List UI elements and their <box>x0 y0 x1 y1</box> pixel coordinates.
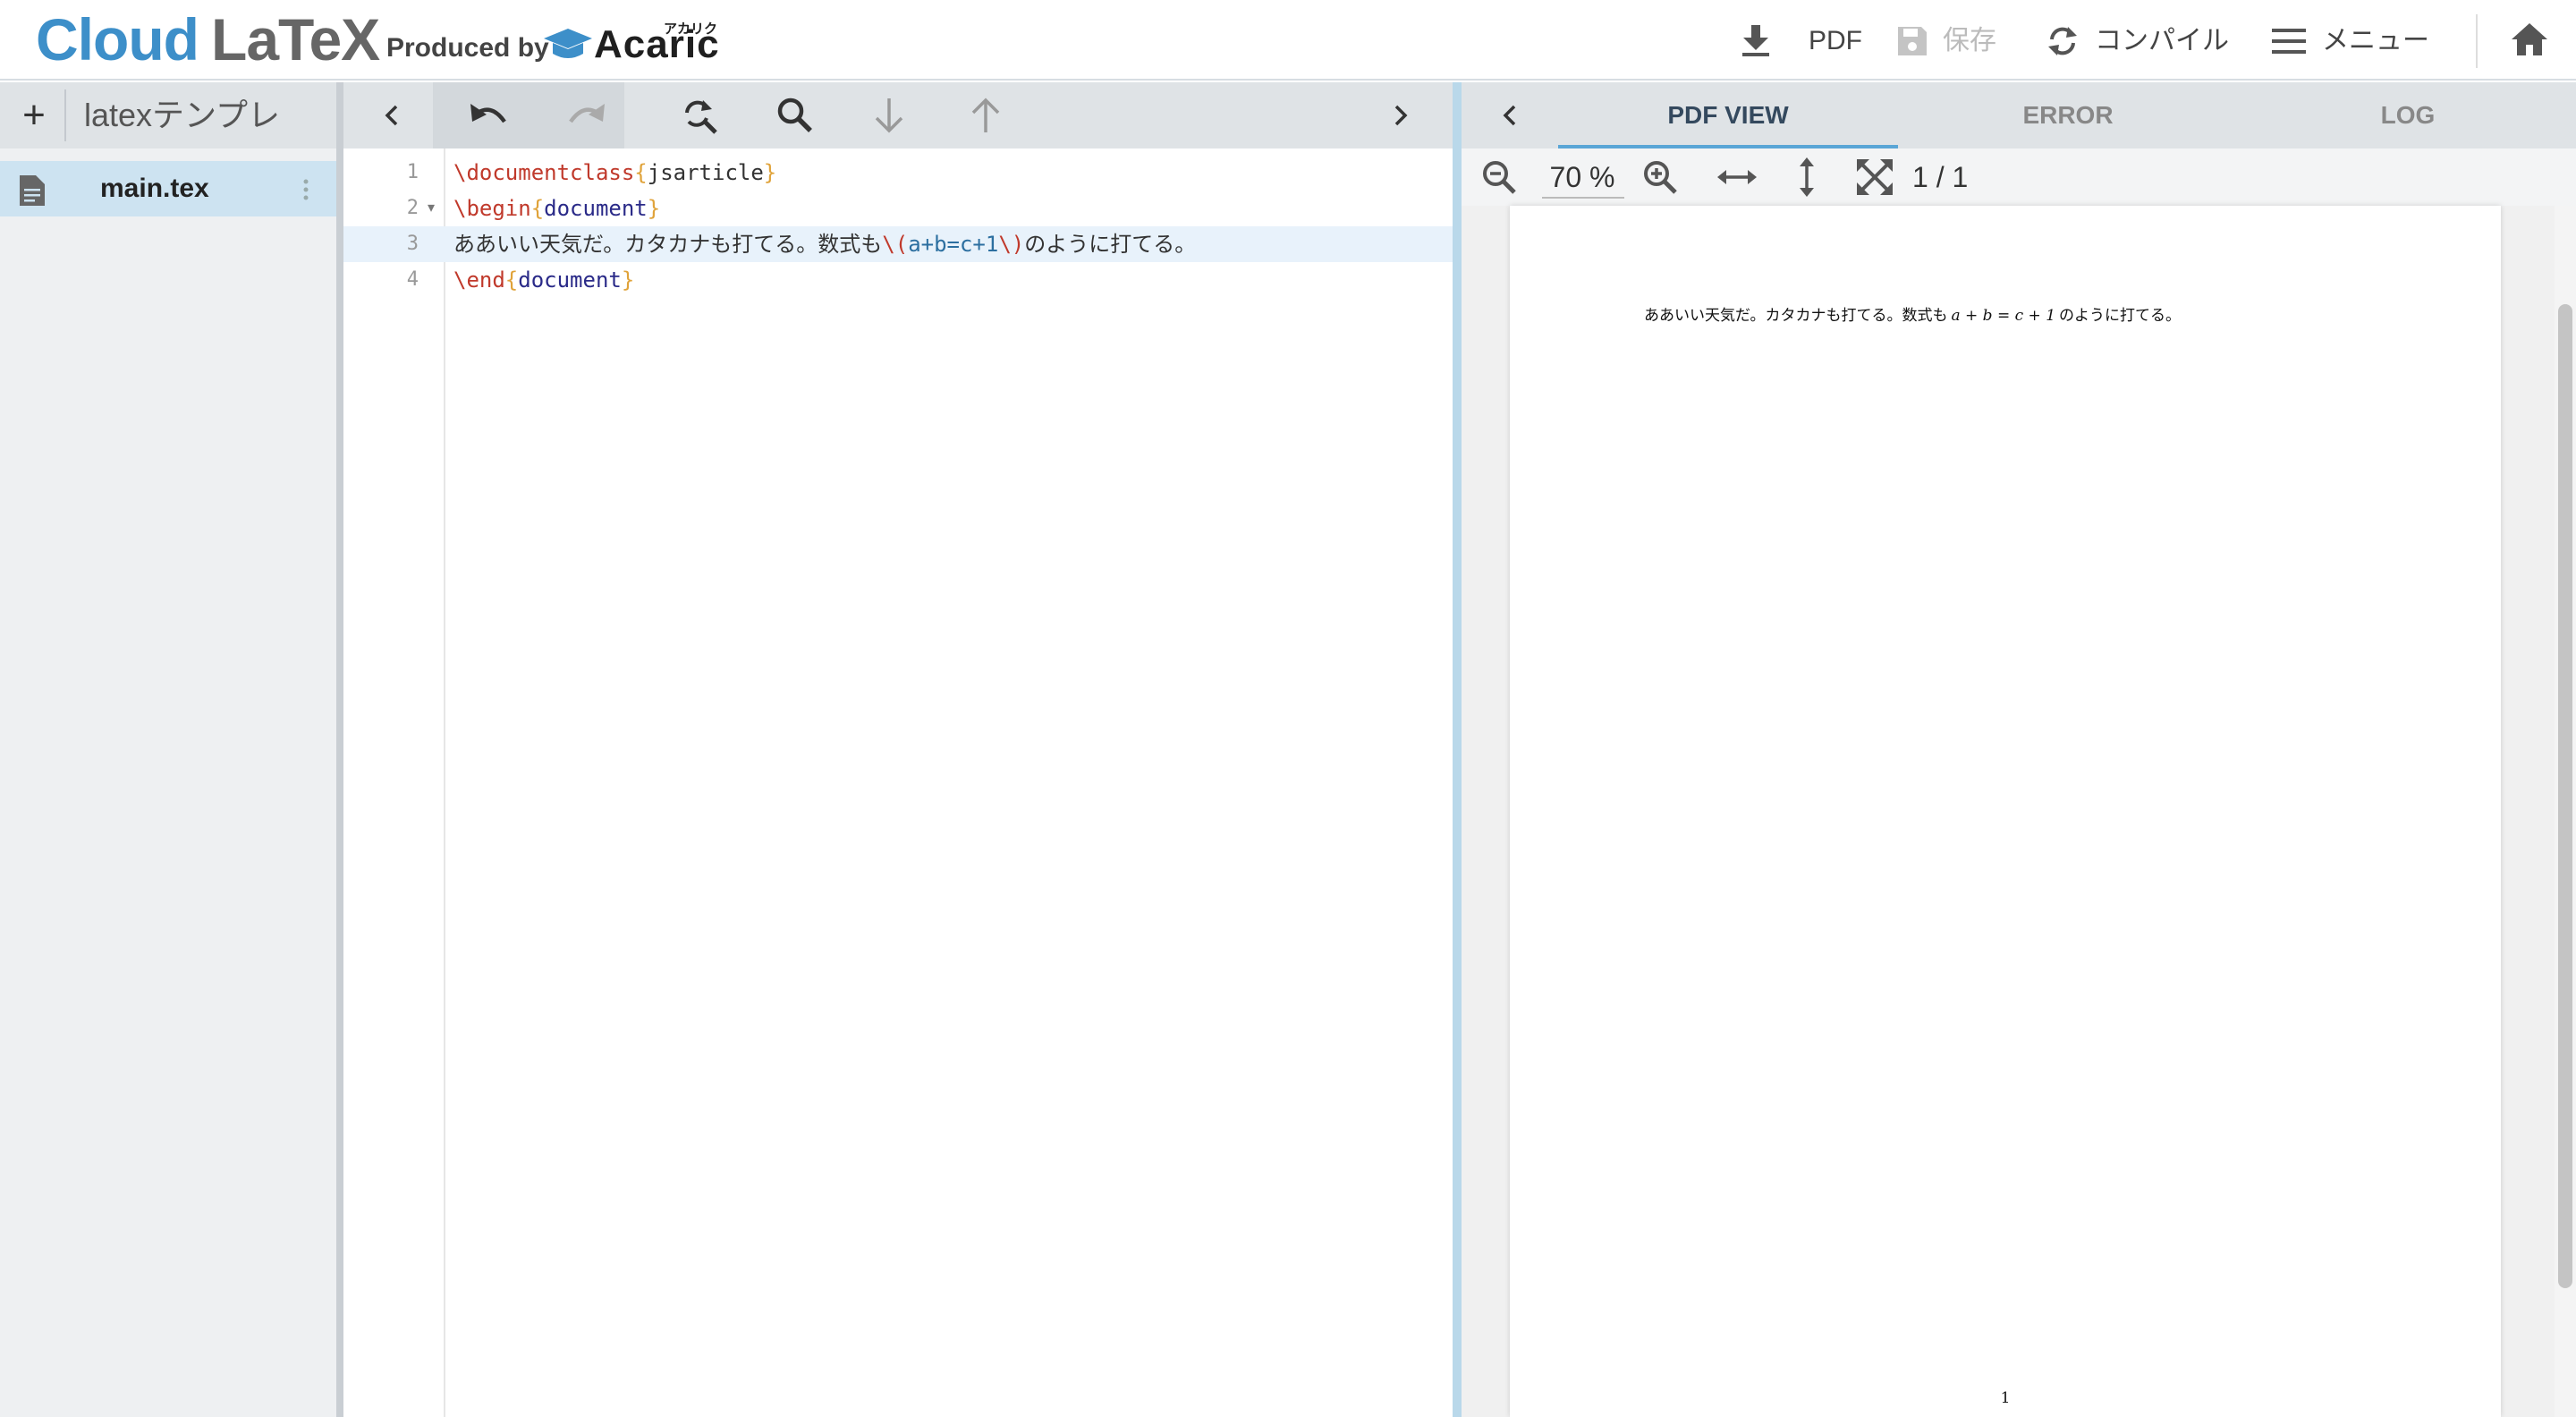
save-button[interactable]: 保存 <box>1893 14 2000 68</box>
editor-toolbar <box>343 82 1453 148</box>
zoom-level[interactable]: 70 % <box>1533 154 1631 200</box>
search-group <box>635 82 1453 148</box>
code-token: } <box>647 196 661 221</box>
code-token: { <box>530 196 545 221</box>
line-number: 4 <box>406 268 419 291</box>
arrow-up-icon[interactable] <box>970 97 1002 134</box>
graduation-cap-icon <box>544 29 592 58</box>
chevron-left-icon[interactable] <box>1503 104 1517 127</box>
tab-pdf-view[interactable]: PDF VIEW <box>1558 82 1898 148</box>
code-token: document <box>518 267 622 293</box>
save-icon <box>1898 27 1927 55</box>
code-token: { <box>634 160 648 185</box>
code-token: \) <box>998 232 1025 257</box>
file-panel-header: + latexテンプレ <box>0 82 336 148</box>
brand-cloud: Cloud <box>36 6 199 72</box>
home-icon[interactable] <box>2512 21 2547 57</box>
compile-label: コンパイル <box>2095 26 2229 55</box>
pdf-label: PDF <box>1809 26 1862 55</box>
file-panel <box>0 82 336 1417</box>
search-icon[interactable] <box>776 97 814 134</box>
file-name: main.tex <box>100 174 209 203</box>
save-label: 保存 <box>1943 26 1996 55</box>
code-token: jsarticle <box>647 160 764 185</box>
code-token: のように打てる。 <box>1024 232 1197 257</box>
header-divider <box>2476 14 2478 68</box>
menu-button[interactable]: メニュー <box>2270 14 2431 68</box>
undo-icon[interactable] <box>469 98 510 132</box>
compile-button[interactable]: コンパイル <box>2043 14 2229 68</box>
fullscreen-icon[interactable] <box>1857 159 1893 195</box>
replace-icon[interactable] <box>680 97 717 134</box>
editor-gutter <box>343 148 445 1417</box>
code-token: { <box>504 267 519 293</box>
code-token: } <box>763 160 777 185</box>
sync-icon <box>2048 27 2077 55</box>
file-icon <box>20 175 45 206</box>
pdf-text-part: のように打てる。 <box>2059 307 2182 325</box>
tab-log[interactable]: LOG <box>2238 82 2576 148</box>
code-token: ああいい天気だ。カタカナも打てる。数式も <box>453 232 883 257</box>
file-header-divider <box>64 89 66 141</box>
menu-label: メニュー <box>2322 26 2429 55</box>
pdf-text-part: ああいい天気だ。カタカナも打てる。数式も <box>1644 307 1948 325</box>
fit-height-icon[interactable] <box>1796 157 1818 197</box>
acaric-kana: アカリク <box>664 21 718 37</box>
code-token: \( <box>882 232 909 257</box>
code-line[interactable]: ああいい天気だ。カタカナも打てる。数式も\(a+b=c+1\)のように打てる。 <box>453 226 1196 262</box>
code-token: document <box>544 196 648 221</box>
code-line[interactable]: \documentclass{jsarticle} <box>453 155 776 191</box>
download-icon <box>1742 25 1769 56</box>
pdf-page-number: 1 <box>2000 1389 2011 1407</box>
redo-icon[interactable] <box>565 98 606 132</box>
download-pdf-button[interactable]: PDF <box>1737 14 1862 68</box>
line-numbers: 1 2 3 4 <box>343 155 419 298</box>
arrow-down-icon[interactable] <box>873 97 905 134</box>
produced-by-text: Produced by <box>386 33 549 63</box>
zoom-field-underline <box>1542 197 1624 199</box>
code-token: } <box>621 267 635 293</box>
zoom-out-icon[interactable] <box>1481 159 1517 195</box>
code-line[interactable]: \begin{document} <box>453 191 660 226</box>
page-indicator: 1 / 1 <box>1912 161 1969 193</box>
code-token: a+b=c+1 <box>908 232 999 257</box>
pdf-page-text: ああいい天気だ。カタカナも打てる。数式も a + b = c + 1 のように打てる… <box>1644 302 2449 329</box>
hamburger-icon <box>2272 29 2306 54</box>
line-number: 1 <box>406 161 419 183</box>
file-item-main-tex[interactable]: main.tex <box>0 161 336 216</box>
line-number: 2 <box>406 197 419 219</box>
line-number: 3 <box>406 233 419 255</box>
app-header: Cloud LaTeX Produced by Acaric アカリク PDF … <box>0 0 2576 81</box>
zoom-in-icon[interactable] <box>1642 159 1678 195</box>
chevron-left-icon[interactable] <box>385 104 399 127</box>
code-line[interactable]: \end{document} <box>453 262 634 298</box>
brand-latex: LaTeX <box>211 6 380 72</box>
code-token: \documentclass <box>453 160 635 185</box>
file-panel-divider[interactable] <box>336 82 343 1417</box>
fold-toggle[interactable]: ▾ <box>428 191 435 226</box>
project-name: latexテンプレ <box>84 97 280 133</box>
kebab-menu-icon[interactable] <box>302 179 309 200</box>
pdf-toolbar: 70 % 1 / 1 <box>1462 148 2576 206</box>
pdf-math: a + b = c + 1 <box>1951 307 2056 325</box>
pdf-page: ああいい天気だ。カタカナも打てる。数式も a + b = c + 1 のように打てる… <box>1510 206 2501 1417</box>
add-file-button[interactable]: + <box>16 91 52 140</box>
tab-error[interactable]: ERROR <box>1898 82 2238 148</box>
pdf-scrollbar-thumb[interactable] <box>2558 304 2572 1288</box>
code-token: \begin <box>453 196 531 221</box>
code-token: \end <box>453 267 505 293</box>
pane-splitter[interactable] <box>1453 82 1462 1417</box>
editor-body[interactable] <box>445 148 1453 1417</box>
fit-width-icon[interactable] <box>1717 166 1757 188</box>
chevron-right-icon[interactable] <box>1394 104 1408 127</box>
